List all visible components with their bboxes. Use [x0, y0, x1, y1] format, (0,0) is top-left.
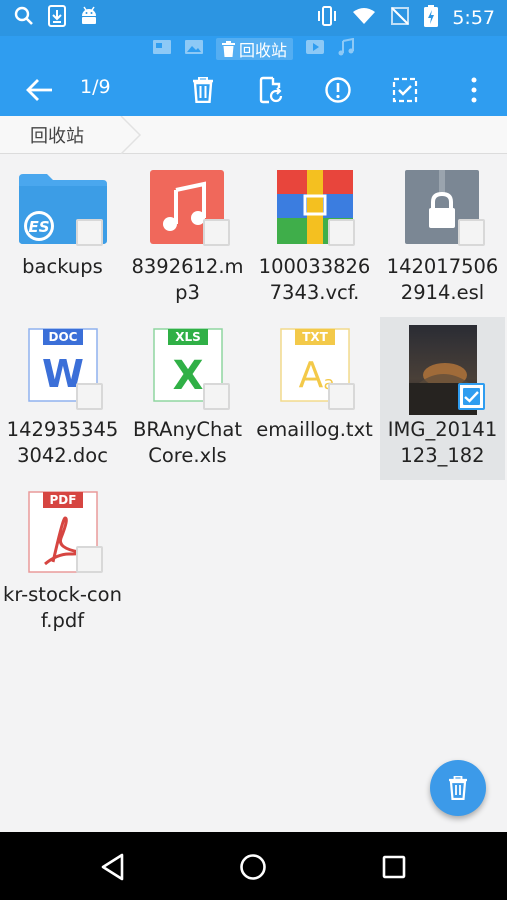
svg-text:X: X — [172, 353, 203, 399]
back-button[interactable] — [19, 70, 59, 110]
tab-recycle-bin[interactable]: 回收站 — [215, 38, 293, 60]
breadcrumb-label: 回收站 — [30, 125, 84, 147]
selection-counter: 1/9 — [80, 76, 111, 98]
file-name: IMG_20141123_182 — [387, 418, 498, 467]
no-signal-icon — [390, 6, 410, 30]
select-all-icon — [392, 77, 418, 103]
es-logo-text: ES — [28, 218, 49, 236]
item-checkbox-checked[interactable] — [458, 383, 485, 410]
system-nav-bar — [0, 832, 507, 900]
breadcrumb-item-recycle-bin[interactable]: 回收站 — [0, 116, 135, 153]
svg-text:A: A — [298, 355, 323, 396]
toolbar: 1/9 — [0, 64, 507, 116]
item-checkbox[interactable] — [328, 219, 355, 246]
item-checkbox[interactable] — [76, 383, 103, 410]
breadcrumb: 回收站 — [0, 116, 507, 154]
file-name: 1420175062914.esl — [386, 255, 499, 304]
more-icon — [471, 77, 477, 103]
item-checkbox[interactable] — [458, 219, 485, 246]
nav-back-button[interactable] — [96, 850, 130, 884]
empty-recycle-bin-fab[interactable] — [430, 760, 486, 816]
nav-recents-button[interactable] — [377, 850, 411, 884]
file-name: backups — [22, 255, 103, 278]
file-name: BRAnyChatCore.xls — [133, 418, 242, 467]
pdf-label: PDF — [49, 493, 76, 507]
app-bar: 回收站 1/9 — [0, 36, 507, 116]
delete-icon — [193, 77, 213, 103]
txt-label: TXT — [302, 330, 328, 344]
nav-home-button[interactable] — [236, 850, 270, 884]
breadcrumb-separator-icon — [120, 116, 142, 154]
search-icon — [14, 6, 34, 30]
item-checkbox[interactable] — [203, 219, 230, 246]
home-circle-icon — [240, 854, 266, 880]
wifi-icon — [352, 7, 376, 29]
file-item[interactable]: 8392612.mp3 — [125, 162, 250, 322]
trash-icon — [221, 41, 235, 57]
doc-label: DOC — [48, 330, 77, 344]
status-bar: 5:57 — [0, 0, 507, 36]
delete-icon — [449, 776, 467, 800]
info-button[interactable] — [318, 70, 358, 110]
clock: 5:57 — [452, 7, 495, 29]
music-icon[interactable] — [337, 37, 355, 60]
back-arrow-icon — [26, 79, 52, 101]
image-icon[interactable] — [152, 39, 172, 59]
select-all-button[interactable] — [385, 70, 425, 110]
file-item[interactable]: ES backups — [0, 162, 125, 322]
file-item[interactable]: 1000338267343.vcf. — [252, 162, 377, 322]
item-checkbox[interactable] — [76, 219, 103, 246]
video-icon[interactable] — [305, 39, 325, 59]
android-icon — [80, 6, 98, 30]
restore-button[interactable] — [251, 70, 291, 110]
file-name: kr-stock-conf.pdf — [3, 583, 122, 632]
info-icon — [325, 77, 351, 103]
file-item[interactable]: TXTAa emaillog.txt — [252, 319, 377, 479]
item-checkbox[interactable] — [328, 383, 355, 410]
file-name: 1429353453042.doc — [6, 418, 119, 467]
file-item[interactable]: DOC W 1429353453042.doc — [0, 319, 125, 479]
file-name: 1000338267343.vcf. — [258, 255, 371, 304]
restore-icon — [259, 76, 283, 104]
download-icon — [48, 5, 66, 31]
tab-label: 回收站 — [238, 41, 287, 60]
recents-square-icon — [382, 855, 406, 879]
file-name: emaillog.txt — [256, 418, 373, 441]
file-item[interactable]: XLS X BRAnyChatCore.xls — [125, 319, 250, 479]
xls-label: XLS — [175, 330, 201, 344]
delete-button[interactable] — [183, 70, 223, 110]
file-name: 8392612.mp3 — [131, 255, 244, 304]
vibrate-icon — [316, 6, 338, 30]
file-item[interactable]: PDF kr-stock-conf.pdf — [0, 482, 125, 642]
subtab-strip: 回收站 — [0, 36, 507, 62]
battery-charging-icon — [424, 5, 439, 31]
file-item-selected[interactable]: IMG_20141123_182 — [380, 317, 505, 480]
item-checkbox[interactable] — [203, 383, 230, 410]
photo-icon[interactable] — [184, 39, 204, 59]
more-options-button[interactable] — [454, 70, 494, 110]
item-checkbox[interactable] — [76, 546, 103, 573]
back-triangle-icon — [101, 853, 124, 881]
file-item[interactable]: 1420175062914.esl — [380, 162, 505, 322]
check-icon — [464, 391, 479, 403]
